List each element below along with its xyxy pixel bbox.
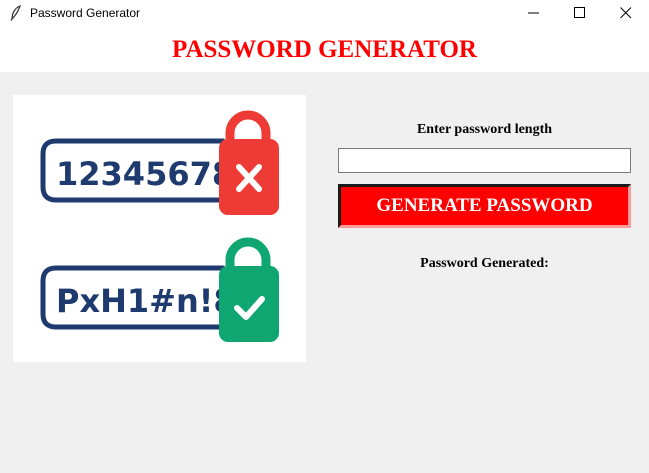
minimize-button[interactable] xyxy=(511,0,557,26)
close-icon xyxy=(620,7,632,19)
minimize-icon xyxy=(528,12,539,14)
locked-padlock-x-icon xyxy=(219,110,279,215)
password-length-input[interactable] xyxy=(338,148,631,173)
weak-password-text: 12345678 xyxy=(56,155,234,193)
password-illustration: 12345678 PxH1#n!8 xyxy=(13,95,306,362)
maximize-button[interactable] xyxy=(557,0,603,26)
feather-icon xyxy=(9,4,23,21)
maximize-icon xyxy=(574,7,585,18)
generate-password-button[interactable]: GENERATE PASSWORD xyxy=(338,184,631,228)
title-bar: Password Generator xyxy=(0,0,649,26)
close-button[interactable] xyxy=(603,0,649,26)
password-generated-label: Password Generated: xyxy=(420,256,549,271)
password-length-label: Enter password length xyxy=(416,122,553,137)
window-title: Password Generator xyxy=(30,6,141,20)
page-title: PASSWORD GENERATOR xyxy=(172,36,477,63)
locked-padlock-check-icon xyxy=(219,237,279,342)
strong-password-text: PxH1#n!8 xyxy=(56,282,236,320)
